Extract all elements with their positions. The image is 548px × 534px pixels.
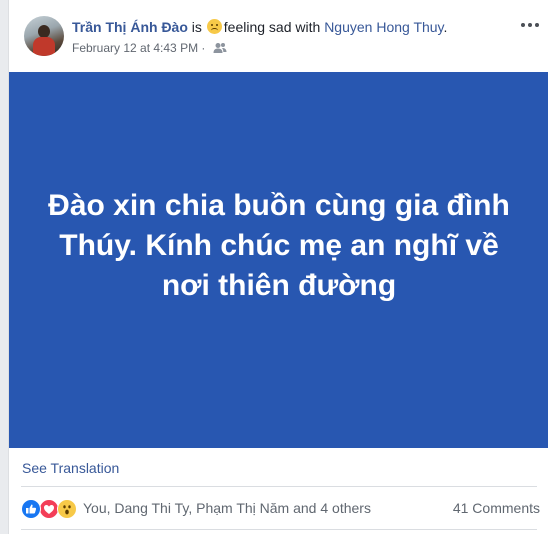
- reactions-bar: You, Dang Thi Ty, Phạm Thị Năm and 4 oth…: [21, 498, 540, 519]
- post-header: Trần Thị Ánh Đào is feeling sad with Ngu…: [9, 0, 548, 72]
- timestamp[interactable]: February 12 at 4:43 PM: [72, 41, 198, 55]
- is-text: is: [187, 19, 206, 35]
- tagged-suffix: .: [443, 19, 448, 35]
- divider-bottom: [21, 529, 537, 530]
- status-text: Đào xin chia buồn cùng gia đình Thúy. Kí…: [48, 189, 510, 302]
- reaction-names[interactable]: You, Dang Thi Ty, Phạm Thị Năm and 4 oth…: [83, 500, 371, 516]
- post-options-icon[interactable]: [521, 18, 539, 32]
- friends-icon[interactable]: [213, 42, 227, 57]
- wow-reaction-icon: [57, 499, 77, 519]
- see-translation-link[interactable]: See Translation: [22, 460, 119, 476]
- meta-separator: ·: [198, 41, 209, 55]
- like-reaction-icon: [21, 499, 41, 519]
- avatar[interactable]: [24, 16, 64, 56]
- comments-count[interactable]: 41 Comments: [453, 500, 540, 516]
- tagged-user[interactable]: Nguyen Hong Thuy: [324, 19, 443, 35]
- avatar-body: [33, 37, 55, 56]
- love-reaction-icon: [39, 499, 59, 519]
- post-card: Trần Thị Ánh Đào is feeling sad with Ngu…: [8, 0, 548, 534]
- divider-top: [21, 486, 537, 487]
- author-name[interactable]: Trần Thị Ánh Đào: [72, 19, 188, 35]
- post-headline: Trần Thị Ánh Đào is feeling sad with Ngu…: [72, 19, 447, 35]
- sad-emoji-icon: [206, 19, 222, 34]
- post-meta: February 12 at 4:43 PM ·: [72, 41, 227, 57]
- status-background: Đào xin chia buồn cùng gia đình Thúy. Kí…: [9, 72, 548, 448]
- feeling-text: feeling sad with: [223, 19, 325, 35]
